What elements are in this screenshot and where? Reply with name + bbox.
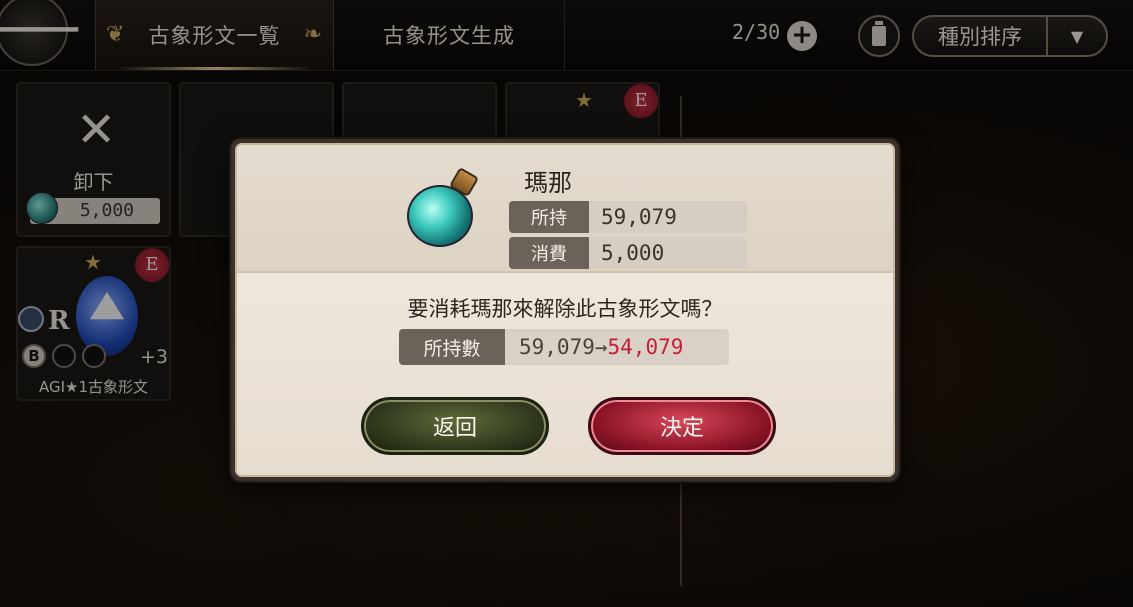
holding-before: 59,079→ <box>519 335 608 359</box>
confirm-question: 要消耗瑪那來解除此古象形文嗎？ <box>407 297 723 321</box>
holding-row: 所持數 59,079→ 54,079 <box>399 329 729 365</box>
owned-value: 59,079 <box>589 201 747 233</box>
owned-row: 所持 59,079 <box>509 201 747 233</box>
holding-label: 所持數 <box>399 329 505 365</box>
cost-label: 消費 <box>509 237 589 269</box>
holding-after: 54,079 <box>607 335 684 359</box>
cost-row: 消費 5,000 <box>509 237 747 269</box>
back-button[interactable]: 返回 <box>361 397 549 455</box>
item-name: 瑪那 <box>524 169 572 197</box>
cost-value: 5,000 <box>589 237 747 269</box>
holding-value: 59,079→ 54,079 <box>505 329 729 365</box>
dialog-panel: 瑪那 所持 59,079 消費 5,000 要消耗瑪那來解除此古象形文嗎？ 所持… <box>235 143 895 477</box>
owned-label: 所持 <box>509 201 589 233</box>
confirm-button[interactable]: 決定 <box>588 397 776 455</box>
mana-potion-icon <box>407 166 480 247</box>
unequip-dialog: 瑪那 所持 59,079 消費 5,000 要消耗瑪那來解除此古象形文嗎？ 所持… <box>231 139 899 481</box>
